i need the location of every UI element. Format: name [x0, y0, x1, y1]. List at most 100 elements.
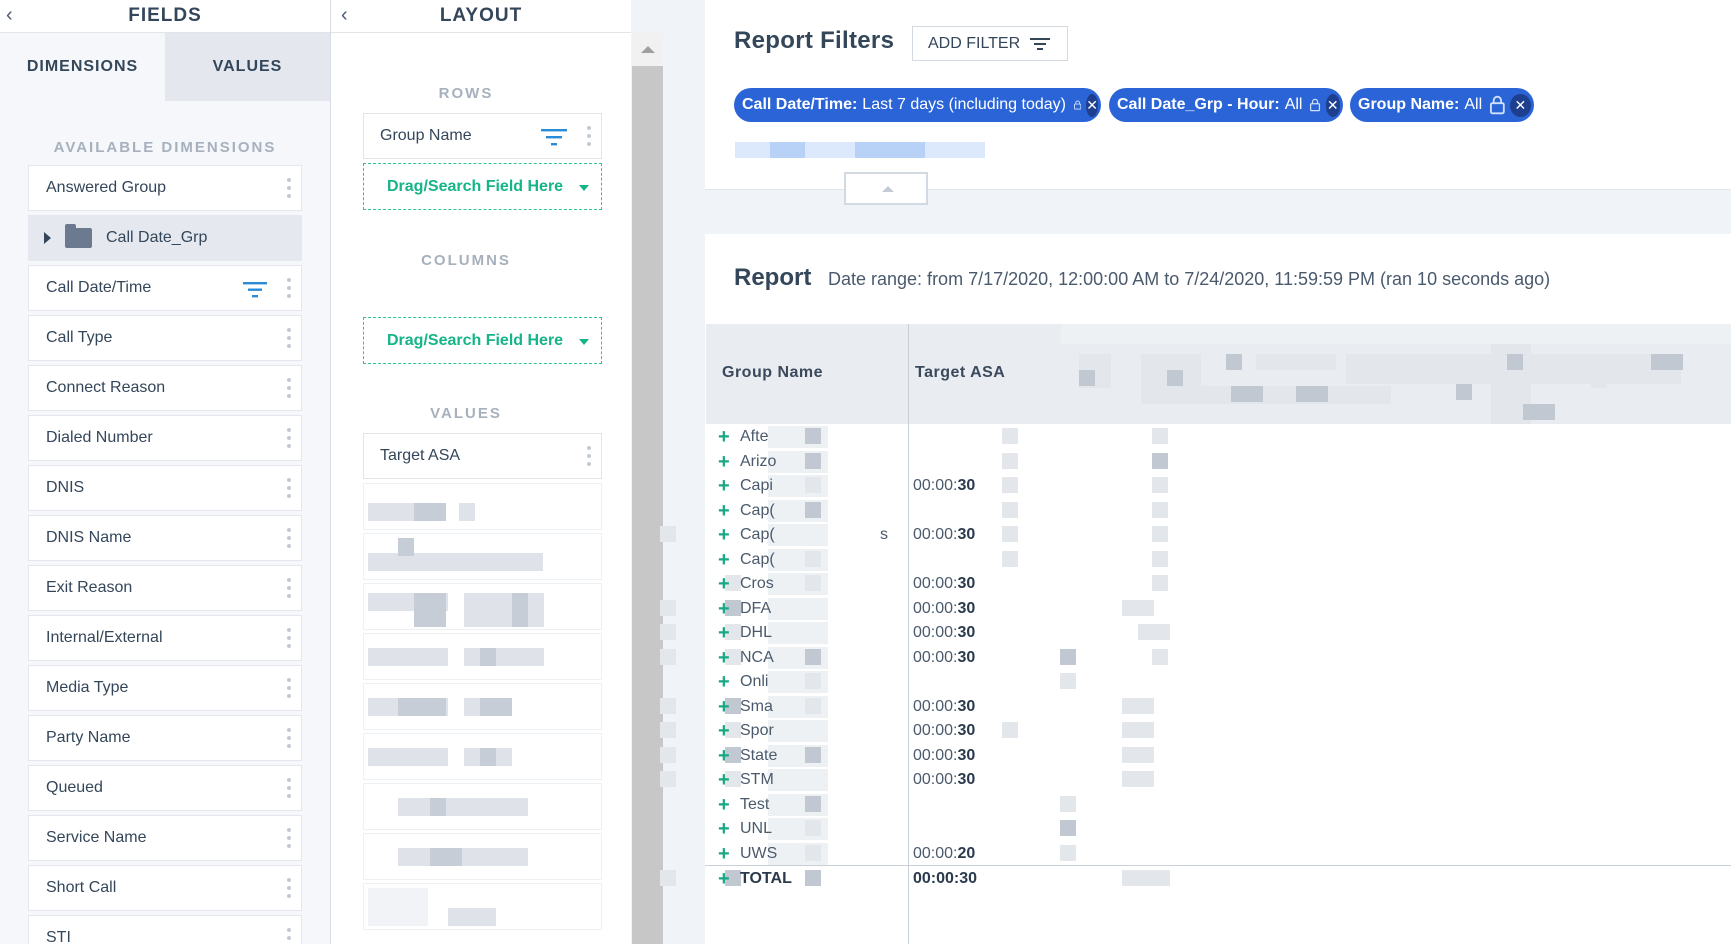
lock-icon[interactable] — [1490, 95, 1505, 115]
columns-drop-zone[interactable]: Drag/Search Field Here — [363, 317, 602, 364]
expand-caret-icon[interactable] — [44, 232, 51, 244]
filter-chip-call-date-grp-hour[interactable]: Call Date_Grp - Hour: All ✕ — [1109, 88, 1343, 122]
table-row[interactable]: + Cap(s 00:00:30 — [660, 522, 1731, 549]
expand-row-icon[interactable]: + — [718, 500, 730, 522]
value-field-target-asa[interactable]: Target ASA — [363, 433, 602, 479]
dimension-item[interactable]: Media Type — [28, 665, 302, 711]
total-row[interactable]: + TOTAL 00:00:30 — [660, 865, 1731, 892]
table-row[interactable]: + Spor 00:00:30 — [660, 718, 1731, 745]
expand-row-icon[interactable]: + — [718, 573, 730, 595]
collapse-layout-icon[interactable]: ‹ — [341, 4, 348, 27]
lock-icon[interactable] — [1073, 95, 1082, 115]
dimension-item[interactable]: Short Call — [28, 865, 302, 911]
scroll-up-icon[interactable] — [641, 46, 655, 53]
dimension-item[interactable]: Answered Group — [28, 165, 302, 211]
expand-row-icon[interactable]: + — [718, 720, 730, 742]
expand-row-icon[interactable]: + — [718, 671, 730, 693]
table-row[interactable]: + Arizo — [705, 449, 1731, 476]
drag-handle-icon[interactable] — [287, 178, 291, 198]
expand-row-icon[interactable]: + — [718, 647, 730, 669]
column-header-group-name[interactable]: Group Name — [722, 364, 823, 382]
layout-scrollbar[interactable] — [632, 33, 663, 944]
table-row[interactable]: + Cros 00:00:30 — [705, 571, 1731, 598]
table-row[interactable]: + State 00:00:30 — [660, 743, 1731, 770]
drag-handle-icon[interactable] — [287, 628, 291, 648]
expand-row-icon[interactable]: + — [718, 524, 730, 546]
drag-handle-icon[interactable] — [287, 828, 291, 848]
table-row[interactable]: + Cap( — [705, 498, 1731, 525]
table-row[interactable]: + Test — [705, 792, 1731, 819]
dimension-item[interactable]: Connect Reason — [28, 365, 302, 411]
table-row[interactable]: + DHL 00:00:30 — [660, 620, 1731, 647]
table-row[interactable]: + Sma 00:00:30 — [660, 694, 1731, 721]
drag-handle-icon[interactable] — [287, 728, 291, 748]
drag-handle-icon[interactable] — [287, 928, 291, 944]
table-row[interactable]: + Afte — [705, 424, 1731, 451]
expand-row-icon[interactable]: + — [718, 769, 730, 791]
expand-row-icon[interactable]: + — [718, 475, 730, 497]
remove-filter-icon[interactable]: ✕ — [1086, 93, 1098, 117]
dimension-item[interactable]: DNIS Name — [28, 515, 302, 561]
dimension-item[interactable]: Call Type — [28, 315, 302, 361]
dimension-item[interactable]: STI — [28, 915, 302, 944]
expand-row-icon[interactable]: + — [718, 794, 730, 816]
remove-filter-icon[interactable]: ✕ — [1325, 93, 1340, 117]
filter-icon[interactable] — [243, 281, 267, 298]
table-row[interactable]: + Cap( — [705, 547, 1731, 574]
expand-row-icon[interactable]: + — [718, 451, 730, 473]
drag-handle-icon[interactable] — [287, 578, 291, 598]
table-row[interactable]: + Capi 00:00:30 — [705, 473, 1731, 500]
drag-handle-icon[interactable] — [287, 378, 291, 398]
dimension-item[interactable]: Call Date_Grp — [28, 215, 302, 261]
expand-row-icon[interactable]: + — [718, 696, 730, 718]
expand-row-icon[interactable]: + — [718, 868, 730, 890]
expand-row-icon[interactable]: + — [718, 622, 730, 644]
drag-handle-icon[interactable] — [587, 126, 591, 146]
drag-handle-icon[interactable] — [287, 478, 291, 498]
table-row[interactable]: + DFA 00:00:30 — [660, 596, 1731, 623]
expand-row-icon[interactable]: + — [718, 818, 730, 840]
drag-handle-icon[interactable] — [587, 446, 591, 466]
drag-handle-icon[interactable] — [287, 778, 291, 798]
expand-row-icon[interactable]: + — [718, 549, 730, 571]
filter-chip-call-datetime[interactable]: Call Date/Time: Last 7 days (including t… — [734, 88, 1101, 122]
dimension-item[interactable]: Dialed Number — [28, 415, 302, 461]
filter-icon[interactable] — [541, 128, 567, 146]
drag-handle-icon[interactable] — [287, 528, 291, 548]
table-row[interactable]: + NCA 00:00:30 — [660, 645, 1731, 672]
expand-row-icon[interactable]: + — [718, 745, 730, 767]
obscured-value-field — [363, 583, 602, 630]
drag-handle-icon[interactable] — [287, 328, 291, 348]
collapse-filters-button[interactable] — [844, 172, 928, 205]
drag-handle-icon[interactable] — [287, 878, 291, 898]
collapse-fields-icon[interactable]: ‹ — [6, 4, 13, 27]
rows-drop-zone[interactable]: Drag/Search Field Here — [363, 163, 602, 210]
remove-filter-icon[interactable]: ✕ — [1509, 93, 1531, 117]
dimension-item[interactable]: Service Name — [28, 815, 302, 861]
expand-row-icon[interactable]: + — [718, 426, 730, 448]
chevron-down-icon[interactable] — [579, 339, 589, 345]
drag-handle-icon[interactable] — [287, 428, 291, 448]
filter-chip-group-name[interactable]: Group Name: All ✕ — [1350, 88, 1534, 122]
column-header-target-asa[interactable]: Target ASA — [915, 364, 1005, 382]
dimension-item[interactable]: Exit Reason — [28, 565, 302, 611]
lock-icon[interactable] — [1310, 95, 1321, 115]
table-row[interactable]: + STM 00:00:30 — [660, 767, 1731, 794]
tab-values[interactable]: VALUES — [165, 33, 330, 101]
dimension-item[interactable]: Queued — [28, 765, 302, 811]
table-row[interactable]: + UWS 00:00:20 — [705, 841, 1731, 868]
row-field-group-name[interactable]: Group Name — [363, 113, 602, 159]
drag-handle-icon[interactable] — [287, 278, 291, 298]
expand-row-icon[interactable]: + — [718, 598, 730, 620]
chevron-down-icon[interactable] — [579, 185, 589, 191]
tab-dimensions[interactable]: DIMENSIONS — [0, 33, 165, 101]
table-row[interactable]: + UNL — [705, 816, 1731, 843]
dimension-item[interactable]: Party Name — [28, 715, 302, 761]
dimension-item[interactable]: DNIS — [28, 465, 302, 511]
drag-handle-icon[interactable] — [287, 678, 291, 698]
table-row[interactable]: + Onli — [705, 669, 1731, 696]
add-filter-button[interactable]: ADD FILTER — [912, 26, 1068, 61]
expand-row-icon[interactable]: + — [718, 843, 730, 865]
dimension-item[interactable]: Call Date/Time — [28, 265, 302, 311]
dimension-item[interactable]: Internal/External — [28, 615, 302, 661]
